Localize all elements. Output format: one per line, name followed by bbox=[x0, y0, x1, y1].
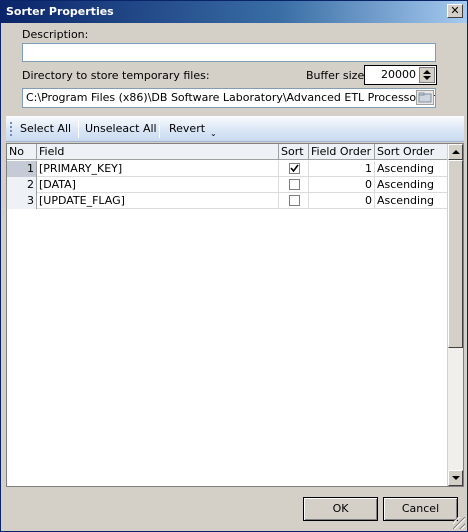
window-title: Sorter Properties bbox=[6, 5, 114, 18]
scroll-down-icon bbox=[452, 476, 460, 480]
fields-grid[interactable]: No Field Sort Field Order Sort Order 1 [… bbox=[6, 143, 464, 487]
column-header-sort[interactable]: Sort bbox=[279, 144, 309, 160]
sort-order[interactable]: Ascending bbox=[375, 161, 449, 177]
unselect-all-button[interactable]: Unseleact All bbox=[85, 122, 157, 135]
field-order[interactable]: 1 bbox=[309, 161, 375, 177]
table-row[interactable]: 1 [PRIMARY_KEY] 1 Ascending bbox=[7, 161, 449, 177]
buffer-size-label: Buffer size: bbox=[306, 69, 368, 82]
directory-value[interactable]: C:\Program Files (x86)\DB Software Labor… bbox=[26, 91, 435, 104]
size-grip-icon[interactable] bbox=[453, 517, 465, 529]
sort-checkbox-cell[interactable] bbox=[279, 177, 309, 193]
vertical-scrollbar[interactable] bbox=[447, 144, 463, 486]
sorter-properties-window: Sorter Properties ✕ Description: Directo… bbox=[0, 0, 468, 532]
field-name[interactable]: [UPDATE_FLAG] bbox=[37, 193, 279, 209]
column-header-no[interactable]: No bbox=[7, 144, 37, 160]
scroll-down-button[interactable] bbox=[448, 470, 463, 486]
scroll-up-button[interactable] bbox=[448, 144, 463, 160]
browse-folder-icon[interactable] bbox=[416, 90, 434, 105]
sort-checkbox-cell[interactable] bbox=[279, 193, 309, 209]
column-header-sort-order[interactable]: Sort Order bbox=[375, 144, 449, 160]
description-input[interactable] bbox=[22, 43, 436, 62]
revert-button[interactable]: Revert bbox=[169, 122, 205, 135]
column-header-field-order[interactable]: Field Order bbox=[309, 144, 375, 160]
close-button[interactable]: ✕ bbox=[447, 4, 463, 18]
field-name[interactable]: [DATA] bbox=[37, 177, 279, 193]
toolbar-separator bbox=[159, 120, 160, 138]
sort-checkbox-cell[interactable] bbox=[279, 161, 309, 177]
toolbar-overflow-icon[interactable]: ⌄ bbox=[210, 129, 217, 138]
description-label: Description: bbox=[22, 28, 89, 41]
sort-checkbox[interactable] bbox=[289, 179, 300, 190]
toolbar-separator bbox=[78, 120, 79, 138]
row-number: 1 bbox=[7, 161, 37, 177]
select-all-button[interactable]: Select All bbox=[20, 122, 71, 135]
scroll-up-icon bbox=[452, 150, 460, 154]
close-icon: ✕ bbox=[450, 4, 460, 17]
row-number: 2 bbox=[7, 177, 37, 193]
sort-order[interactable]: Ascending bbox=[375, 193, 449, 209]
check-icon bbox=[290, 164, 299, 173]
title-bar: Sorter Properties ✕ bbox=[1, 1, 467, 23]
cancel-button[interactable]: Cancel bbox=[383, 497, 458, 521]
sort-checkbox[interactable] bbox=[289, 195, 300, 206]
field-order[interactable]: 0 bbox=[309, 193, 375, 209]
sort-checkbox[interactable] bbox=[289, 163, 300, 174]
column-header-field[interactable]: Field bbox=[37, 144, 279, 160]
field-order[interactable]: 0 bbox=[309, 177, 375, 193]
grid-header: No Field Sort Field Order Sort Order bbox=[7, 144, 449, 160]
table-row[interactable]: 2 [DATA] 0 Ascending bbox=[7, 177, 449, 193]
scrollbar-thumb[interactable] bbox=[448, 160, 463, 348]
ok-button[interactable]: OK bbox=[303, 497, 378, 521]
row-number: 3 bbox=[7, 193, 37, 209]
directory-label: Directory to store temporary files: bbox=[22, 69, 210, 82]
table-row[interactable]: 3 [UPDATE_FLAG] 0 Ascending bbox=[7, 193, 449, 209]
directory-input[interactable]: C:\Program Files (x86)\DB Software Labor… bbox=[22, 88, 436, 108]
toolbar-grip-icon[interactable] bbox=[10, 122, 12, 136]
buffer-size-value[interactable]: 20000 bbox=[381, 68, 416, 81]
grid-toolbar: Select All Unseleact All Revert ⌄ bbox=[6, 116, 464, 142]
buffer-size-spinner[interactable]: 20000 bbox=[364, 65, 437, 85]
field-name[interactable]: [PRIMARY_KEY] bbox=[37, 161, 279, 177]
sort-order[interactable]: Ascending bbox=[375, 177, 449, 193]
spinner-arrows-icon[interactable] bbox=[419, 67, 435, 83]
